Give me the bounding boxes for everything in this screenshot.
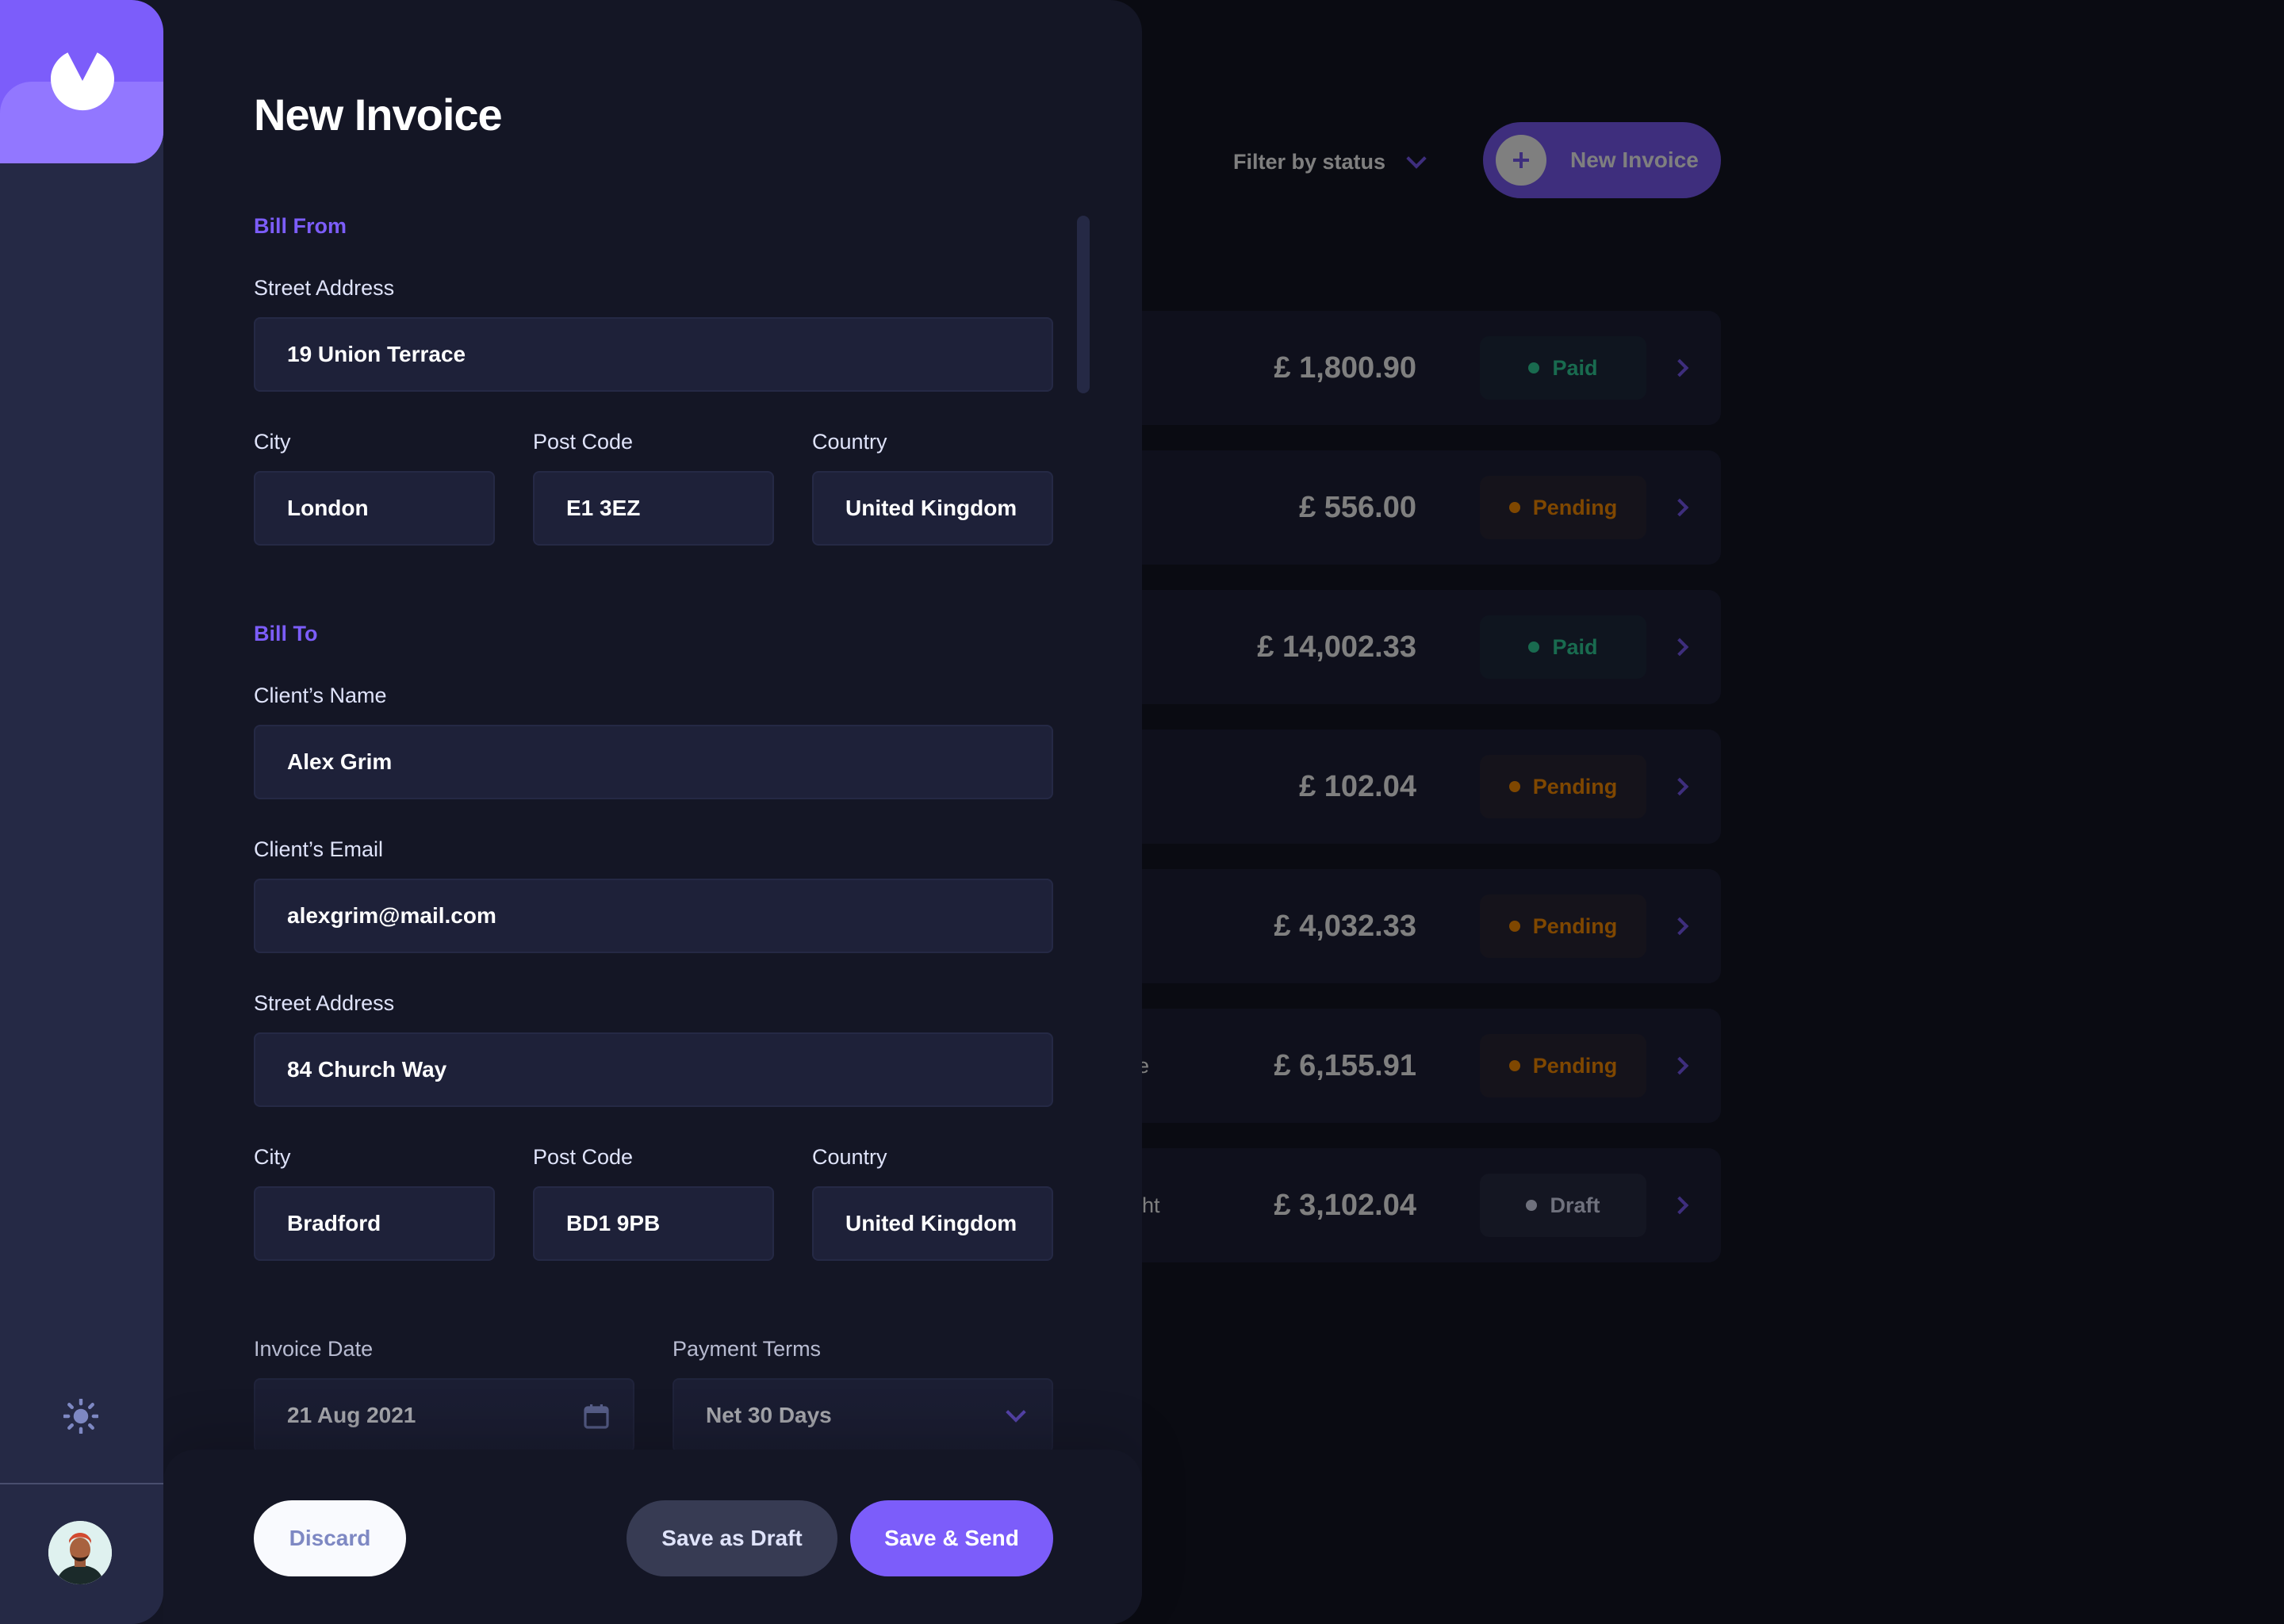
- invoice-date-value: 21 Aug 2021: [287, 1403, 416, 1427]
- from-country-input[interactable]: United Kingdom: [812, 471, 1053, 546]
- avatar-image: [48, 1521, 112, 1584]
- client-name-input[interactable]: Alex Grim: [254, 725, 1053, 799]
- save-draft-button[interactable]: Save as Draft: [627, 1500, 837, 1576]
- client-email-input[interactable]: alexgrim@mail.com: [254, 879, 1053, 953]
- sidebar-divider: [0, 1483, 163, 1484]
- payment-terms-select[interactable]: Net 30 Days: [673, 1378, 1053, 1451]
- logo-icon: [51, 52, 114, 111]
- country-label: Country: [812, 430, 887, 454]
- from-street-input[interactable]: 19 Union Terrace: [254, 317, 1053, 392]
- discard-button[interactable]: Discard: [254, 1500, 406, 1576]
- invoice-date-label: Invoice Date: [254, 1337, 374, 1361]
- chevron-down-icon: [1006, 1402, 1026, 1423]
- from-postcode-input[interactable]: E1 3EZ: [533, 471, 774, 546]
- street-label: Street Address: [254, 276, 395, 300]
- save-send-button[interactable]: Save & Send: [850, 1500, 1053, 1576]
- form-footer: Discard Save as Draft Save & Send: [163, 1450, 1142, 1624]
- to-postcode-label: Post Code: [533, 1145, 634, 1169]
- to-city-label: City: [254, 1145, 291, 1169]
- section-bill-from: Bill From: [254, 214, 347, 238]
- sidebar: [0, 0, 163, 1624]
- postcode-label: Post Code: [533, 430, 634, 454]
- from-city-input[interactable]: London: [254, 471, 495, 546]
- logo[interactable]: [0, 0, 163, 163]
- to-city-input[interactable]: Bradford: [254, 1186, 495, 1261]
- sun-icon[interactable]: [63, 1399, 98, 1434]
- avatar[interactable]: [48, 1521, 112, 1584]
- city-label: City: [254, 430, 291, 454]
- to-country-label: Country: [812, 1145, 887, 1169]
- to-street-label: Street Address: [254, 991, 395, 1015]
- invoice-date-picker[interactable]: 21 Aug 2021: [254, 1378, 634, 1451]
- payment-terms-label: Payment Terms: [673, 1337, 822, 1361]
- to-postcode-input[interactable]: BD1 9PB: [533, 1186, 774, 1261]
- calendar-icon: [584, 1404, 609, 1429]
- invoice-form-drawer: New Invoice Bill From Street Address 19 …: [0, 0, 1142, 1624]
- to-street-input[interactable]: 84 Church Way: [254, 1032, 1053, 1107]
- form-scrollbar[interactable]: [1077, 216, 1090, 393]
- payment-terms-value: Net 30 Days: [706, 1403, 832, 1427]
- client-email-label: Client’s Email: [254, 837, 384, 861]
- section-bill-to: Bill To: [254, 622, 318, 645]
- page-title: New Invoice: [254, 90, 503, 140]
- form-scroll-area[interactable]: New Invoice Bill From Street Address 19 …: [254, 0, 1055, 1451]
- to-country-input[interactable]: United Kingdom: [812, 1186, 1053, 1261]
- client-name-label: Client’s Name: [254, 684, 387, 707]
